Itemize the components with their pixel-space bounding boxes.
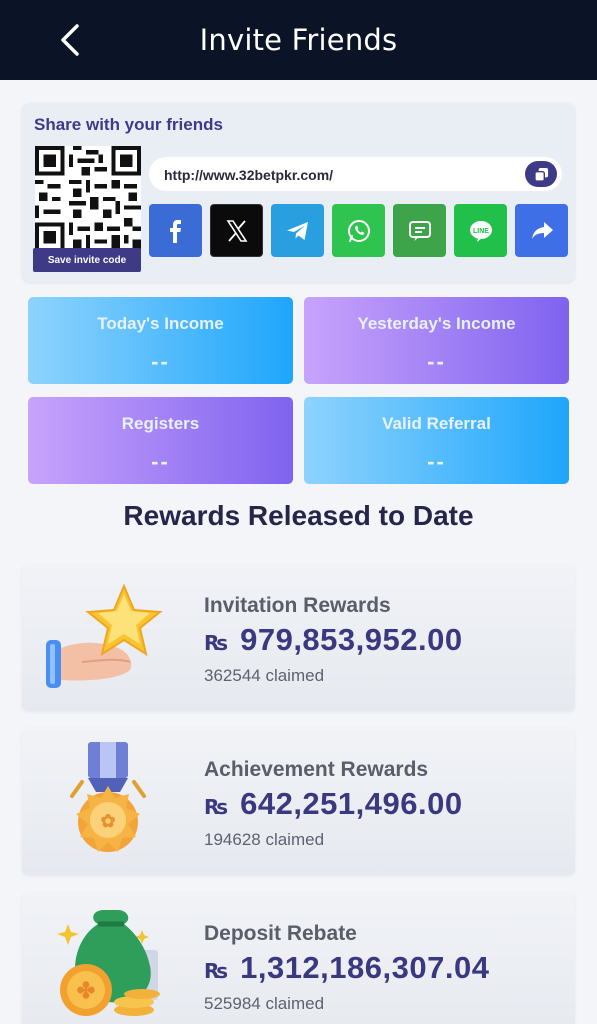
- currency-symbol: ₨: [204, 795, 229, 819]
- telegram-share-button[interactable]: [271, 204, 324, 257]
- today-income-label: Today's Income: [97, 314, 224, 333]
- yesterday-income-value: --: [427, 349, 446, 374]
- sms-share-button[interactable]: [393, 204, 446, 257]
- currency-symbol: ₨: [204, 959, 229, 983]
- svg-text:✤: ✤: [77, 978, 95, 1003]
- header: Invite Friends: [0, 0, 597, 80]
- valid-referral-label: Valid Referral: [382, 414, 491, 433]
- today-income-card: Today's Income --: [28, 297, 293, 384]
- registers-value: --: [151, 449, 170, 474]
- share-label: Share with your friends: [34, 115, 223, 134]
- share-arrow-icon: [531, 221, 553, 239]
- registers-card: Registers --: [28, 397, 293, 484]
- medal-icon: ✿: [42, 742, 172, 862]
- back-button[interactable]: [52, 18, 88, 62]
- share-card: Share with your friends Save invite code…: [22, 103, 575, 282]
- rewards-section-title: Rewards Released to Date: [123, 500, 474, 531]
- achievement-rewards-card: ✿ Achievement Rewards ₨ 642,251,496.00 1…: [22, 728, 575, 875]
- yesterday-income-card: Yesterday's Income --: [304, 297, 569, 384]
- line-icon: LINE: [469, 220, 492, 242]
- star-hand-icon: [42, 578, 172, 698]
- registers-label: Registers: [121, 414, 200, 433]
- facebook-share-button[interactable]: [149, 204, 202, 257]
- copy-icon: [533, 167, 548, 182]
- reward-claimed: 525984 claimed: [204, 994, 325, 1013]
- reward-claimed: 194628 claimed: [204, 830, 325, 849]
- valid-referral-card: Valid Referral --: [304, 397, 569, 484]
- whatsapp-icon: [347, 219, 370, 242]
- reward-amount-value: 642,251,496.00: [240, 786, 463, 821]
- facebook-icon: [169, 219, 181, 243]
- reward-name: Achievement Rewards: [204, 758, 429, 781]
- copy-button[interactable]: [525, 161, 557, 187]
- valid-referral-value: --: [427, 449, 446, 474]
- reward-amount: ₨ 642,251,496.00: [204, 786, 463, 822]
- reward-name: Deposit Rebate: [204, 922, 357, 945]
- invitation-rewards-card: Invitation Rewards ₨ 979,853,952.00 3625…: [22, 564, 575, 711]
- x-icon: [226, 219, 247, 242]
- currency-symbol: ₨: [204, 631, 229, 655]
- reward-amount: ₨ 1,312,186,307.04: [204, 950, 489, 986]
- reward-amount-value: 979,853,952.00: [240, 622, 463, 657]
- qr-code: [35, 146, 141, 252]
- whatsapp-share-button[interactable]: [332, 204, 385, 257]
- deposit-rebate-card: ✤ Deposit Rebate ₨ 1,312,186,307.04 5259…: [22, 892, 575, 1024]
- telegram-icon: [286, 221, 308, 240]
- reward-amount-value: 1,312,186,307.04: [240, 950, 490, 985]
- x-share-button[interactable]: [210, 204, 263, 257]
- more-share-button[interactable]: [515, 204, 568, 257]
- page-title: Invite Friends: [199, 23, 398, 57]
- yesterday-income-label: Yesterday's Income: [357, 314, 516, 333]
- save-invite-code-button[interactable]: Save invite code: [33, 248, 141, 272]
- reward-amount: ₨ 979,853,952.00: [204, 622, 463, 658]
- chevron-left-icon: [61, 24, 79, 56]
- reward-name: Invitation Rewards: [204, 594, 391, 617]
- reward-claimed: 362544 claimed: [204, 666, 325, 685]
- today-income-value: --: [151, 349, 170, 374]
- message-icon: [408, 220, 431, 241]
- svg-text:LINE: LINE: [473, 228, 489, 235]
- money-bag-icon: ✤: [42, 906, 172, 1024]
- invite-link-field[interactable]: http://www.32betpkr.com/: [149, 157, 562, 191]
- social-share-row: LINE: [149, 204, 568, 257]
- invite-link-text: http://www.32betpkr.com/: [164, 167, 334, 183]
- line-share-button[interactable]: LINE: [454, 204, 507, 257]
- svg-text:✿: ✿: [100, 811, 115, 831]
